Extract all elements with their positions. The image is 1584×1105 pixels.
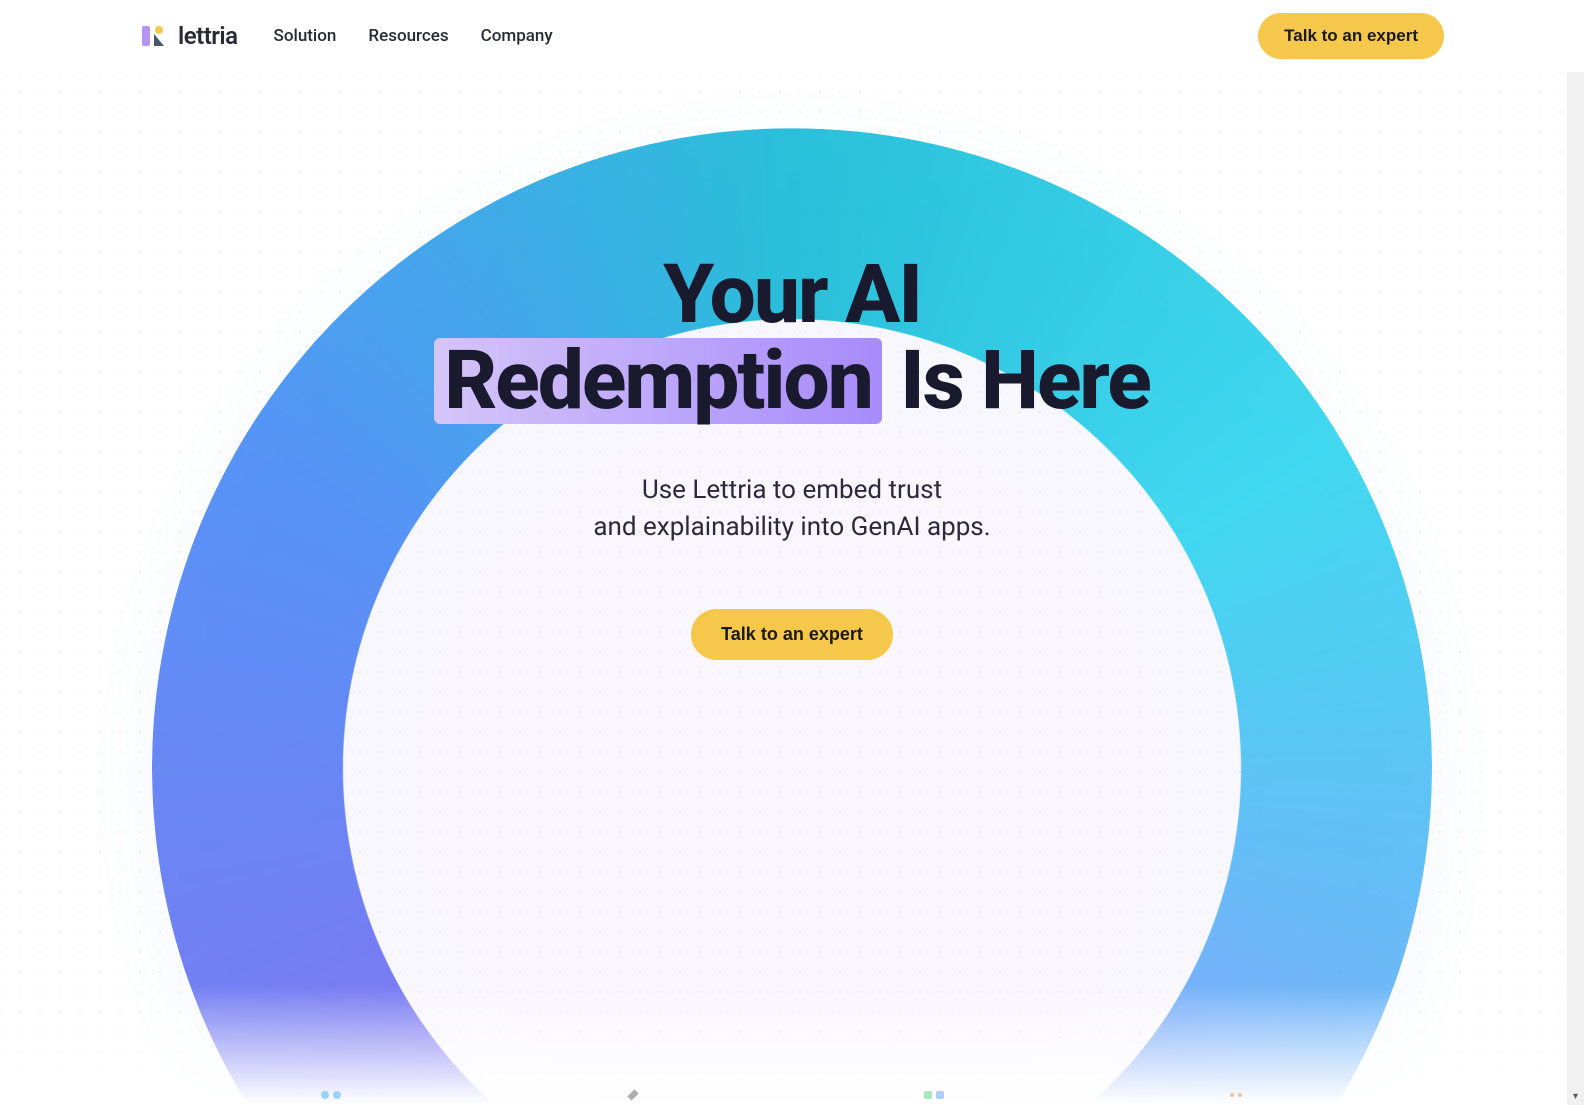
- scrollbar-down-button[interactable]: ▾: [1567, 1088, 1584, 1105]
- sub-line1: Use Lettria to embed trust: [642, 475, 942, 505]
- hero-subheadline: Use Lettria to embed trust and explainab…: [593, 472, 990, 545]
- top-nav: lettria Solution Resources Company Talk …: [0, 0, 1584, 72]
- hero-cta-button[interactable]: Talk to an expert: [691, 609, 893, 660]
- nav-link-resources[interactable]: Resources: [368, 26, 448, 46]
- hero-headline: Your AI Redemption Is Here: [434, 252, 1149, 424]
- nav-link-solution[interactable]: Solution: [274, 26, 337, 46]
- sub-line2: and explainability into GenAI apps.: [593, 512, 990, 542]
- partner-logo-2: [573, 1085, 693, 1105]
- partner-logo-3: [874, 1085, 994, 1105]
- nav-links: Solution Resources Company: [274, 26, 553, 46]
- headline-line1: Your AI: [663, 247, 921, 343]
- partner-logo-4: [1176, 1085, 1296, 1105]
- partner-logo-1: [271, 1085, 391, 1105]
- nav-link-company[interactable]: Company: [481, 26, 553, 46]
- brand-name: lettria: [178, 22, 238, 50]
- hero-section: Your AI Redemption Is Here Use Lettria t…: [0, 72, 1584, 1105]
- hero-content: Your AI Redemption Is Here Use Lettria t…: [0, 72, 1584, 660]
- headline-rest: Is Here: [882, 333, 1150, 429]
- partner-logos-row: [0, 1055, 1567, 1105]
- headline-highlight: Redemption: [434, 338, 882, 424]
- brand-logo-icon: [140, 22, 168, 50]
- brand-logo-link[interactable]: lettria: [140, 22, 238, 50]
- nav-cta-button[interactable]: Talk to an expert: [1258, 13, 1444, 59]
